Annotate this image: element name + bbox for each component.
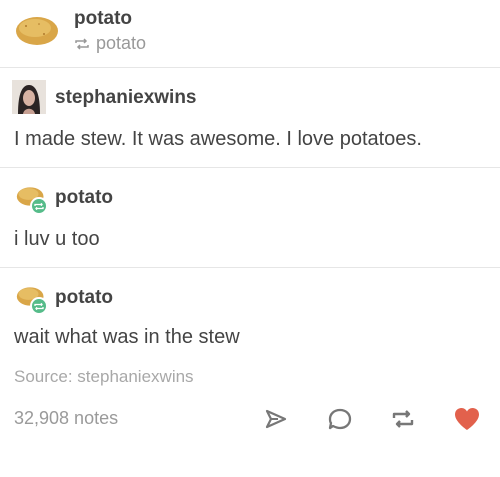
post-username[interactable]: potato: [55, 287, 113, 309]
reblogged-from-label: potato: [96, 33, 147, 53]
post-username[interactable]: potato: [55, 187, 113, 209]
post-text: I made stew. It was awesome. I love pota…: [14, 128, 422, 150]
share-icon: [265, 409, 287, 429]
post-potato-2: potato wait what was in the stew: [0, 268, 500, 360]
post-stephaniexwins: stephaniexwins I made stew. It was aweso…: [0, 68, 500, 168]
like-button[interactable]: [452, 404, 482, 434]
heart-icon: [455, 408, 479, 430]
post-header: potato potato: [0, 0, 500, 68]
post-actions: [0, 404, 500, 436]
post-text: wait what was in the stew: [14, 326, 240, 348]
post-text: i luv u too: [14, 228, 100, 250]
post-potato-1: potato i luv u too: [0, 168, 500, 268]
reblog-icon: [34, 202, 44, 210]
share-button[interactable]: [261, 404, 291, 434]
reply-icon: [328, 408, 352, 430]
user-avatar[interactable]: [12, 184, 50, 220]
potato-avatar[interactable]: [14, 12, 60, 48]
blog-name[interactable]: potato: [74, 8, 132, 30]
reblog-badge: [30, 297, 48, 315]
user-avatar[interactable]: [12, 284, 50, 320]
reblog-badge: [30, 197, 48, 215]
reblog-icon: [34, 302, 44, 310]
reply-button[interactable]: [325, 404, 355, 434]
post-username[interactable]: stephaniexwins: [55, 87, 197, 109]
reblog-icon: [75, 37, 89, 50]
source-link[interactable]: Source: stephaniexwins: [14, 367, 194, 387]
reblogged-from[interactable]: potato: [74, 33, 146, 54]
reblog-icon: [392, 410, 414, 428]
reblog-button[interactable]: [388, 404, 418, 434]
user-avatar[interactable]: [12, 80, 46, 114]
